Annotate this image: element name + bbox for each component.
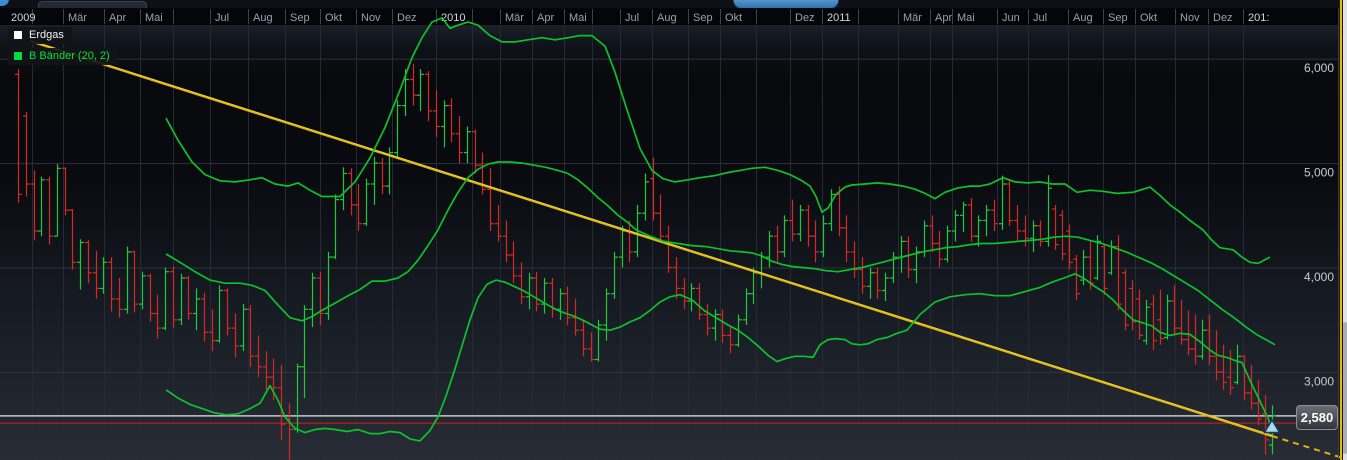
svg-text:6,000: 6,000 bbox=[1304, 61, 1334, 75]
svg-text:Okt: Okt bbox=[325, 12, 342, 24]
trading-chart-window: 2009MärAprMaiJulAugSepOktNovDez2010MärAp… bbox=[0, 0, 1347, 460]
svg-text:2009: 2009 bbox=[11, 12, 35, 24]
svg-text:Nov: Nov bbox=[1180, 12, 1200, 24]
svg-text:Jul: Jul bbox=[625, 12, 639, 24]
svg-text:4,000: 4,000 bbox=[1304, 270, 1334, 284]
svg-text:Nov: Nov bbox=[361, 12, 381, 24]
series-label: Erdgas bbox=[29, 29, 64, 41]
svg-text:Okt: Okt bbox=[1140, 12, 1157, 24]
svg-text:2011: 2011 bbox=[827, 12, 851, 24]
svg-text:Jul: Jul bbox=[215, 12, 229, 24]
svg-text:Apr: Apr bbox=[537, 12, 554, 24]
svg-text:Sep: Sep bbox=[693, 12, 713, 24]
legend-item-bbands[interactable]: B Bänder (20, 2) bbox=[8, 48, 118, 65]
indicator-swatch-icon bbox=[14, 52, 22, 60]
chart-legend: Erdgas B Bänder (20, 2) bbox=[8, 27, 118, 69]
svg-text:Dez: Dez bbox=[1213, 12, 1233, 24]
scrollbar-thumb[interactable] bbox=[1343, 322, 1347, 454]
svg-text:Mär: Mär bbox=[505, 12, 524, 24]
indicator-label: B Bänder (20, 2) bbox=[29, 50, 110, 62]
svg-text:Aug: Aug bbox=[657, 12, 677, 24]
svg-text:Dez: Dez bbox=[397, 12, 417, 24]
svg-text:Aug: Aug bbox=[253, 12, 273, 24]
svg-text:Mai: Mai bbox=[145, 12, 163, 24]
svg-text:3,000: 3,000 bbox=[1304, 375, 1334, 389]
svg-text:Apr: Apr bbox=[109, 12, 126, 24]
svg-text:201:: 201: bbox=[1248, 12, 1269, 24]
svg-text:5,000: 5,000 bbox=[1304, 166, 1334, 180]
price-chart-canvas[interactable]: 2009MärAprMaiJulAugSepOktNovDez2010MärAp… bbox=[0, 0, 1347, 460]
svg-text:Mär: Mär bbox=[903, 12, 922, 24]
legend-item-erdgas[interactable]: Erdgas bbox=[8, 27, 72, 44]
svg-text:Jul: Jul bbox=[1033, 12, 1047, 24]
svg-text:Aug: Aug bbox=[1073, 12, 1093, 24]
svg-text:Mär: Mär bbox=[68, 12, 87, 24]
svg-text:Sep: Sep bbox=[290, 12, 310, 24]
current-price-badge: 2,580 bbox=[1296, 405, 1338, 430]
svg-text:Dez: Dez bbox=[795, 12, 815, 24]
series-swatch-icon bbox=[14, 31, 22, 39]
svg-text:Jun: Jun bbox=[1002, 12, 1020, 24]
svg-text:Mai: Mai bbox=[957, 12, 975, 24]
svg-text:Mai: Mai bbox=[569, 12, 587, 24]
svg-text:Okt: Okt bbox=[725, 12, 742, 24]
svg-text:Sep: Sep bbox=[1108, 12, 1128, 24]
svg-text:Apr: Apr bbox=[935, 12, 952, 24]
